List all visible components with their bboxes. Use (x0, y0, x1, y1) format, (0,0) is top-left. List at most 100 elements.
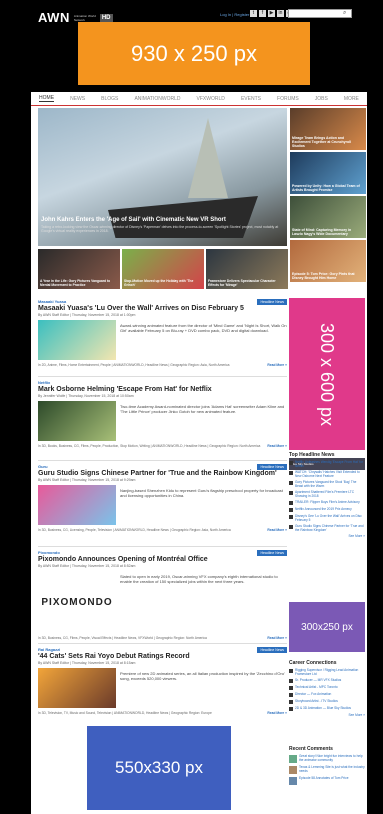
article-byline: By Jennifer Wolfe | Thursday, November 1… (38, 394, 134, 398)
article-title[interactable]: Guru Studio Signs Chinese Partner for 'T… (38, 470, 287, 477)
divider (38, 643, 287, 644)
see-more-link[interactable]: See More » (289, 713, 365, 717)
search-icon[interactable]: ⌕ (343, 10, 351, 17)
article-title[interactable]: Masaaki Yuasa's 'Lu Over the Wall' Arriv… (38, 305, 287, 312)
youtube-icon[interactable]: ▶ (268, 10, 275, 17)
main-nav: HOME NEWS BLOGS ANIMATIONWORLD VFXWORLD … (31, 92, 367, 106)
side-thumb[interactable]: Mirage Team Brings Action and Excitement… (290, 108, 366, 150)
side-thumb-caption: Mirage Team Brings Action and Excitement… (292, 136, 352, 148)
article-image[interactable] (38, 320, 116, 360)
divider (38, 546, 287, 547)
headline-badge: Headline News (257, 299, 287, 305)
article-category[interactable]: Pixomondo (38, 550, 287, 555)
row-thumb-caption: Framestore Delivers Spectacular Characte… (208, 279, 276, 287)
side-thumb-caption: Powered by Unity: How a Global Team of A… (292, 184, 360, 192)
job-link[interactable]: Technical Artist - MPC Toronto (289, 685, 365, 690)
article-title[interactable]: Pixomondo Announces Opening of Montréal … (38, 556, 287, 563)
hero-description: Taking a retro-looking view the Oscar-wi… (41, 225, 279, 233)
row-thumbnails: A Year in the Life: Gory Pictures Vangua… (38, 249, 288, 289)
career-connections: Career Connections Rigging Supervisor / … (289, 660, 365, 717)
linkedin-icon[interactable]: in (277, 10, 284, 17)
login-link[interactable]: Log In | Register (220, 12, 249, 17)
article-summary: Slated to open in early 2019, Oscar-winn… (120, 574, 278, 584)
job-link[interactable]: 2D & 3D Animation — Blue Sky Studios (289, 706, 365, 711)
hero-feature[interactable]: John Kahrs Enters the 'Age of Sail' with… (38, 108, 287, 246)
article-summary: Award-winning animated feature from the … (120, 323, 287, 333)
article-tags: In 2D, Anime, Films, Home Entertainment,… (38, 363, 230, 367)
row-thumb[interactable]: A Year in the Life: Gory Pictures Vangua… (38, 249, 120, 289)
side-thumb[interactable]: Powered by Unity: How a Global Team of A… (290, 152, 366, 194)
nav-item-vfxworld[interactable]: VFXWORLD (197, 96, 225, 102)
comment-link[interactable]: Episode 58 Annotates of Tom Price (289, 776, 365, 785)
comment-link[interactable]: Great story! Nice bright fun interviews … (289, 754, 365, 763)
job-link[interactable]: Sr. Producer — MR VFX Studios (289, 678, 365, 683)
nav-item-jobs[interactable]: JOBS (315, 96, 328, 102)
article-summary: Two-time Academy Award-nominated directo… (120, 404, 285, 414)
article-item: Pixomondo Headline News Pixomondo Announ… (38, 550, 287, 640)
article-image[interactable] (38, 401, 116, 441)
ad-banner-side-tall[interactable]: 300 x 600 px (289, 298, 365, 450)
article-title[interactable]: '44 Cats' Sets Rai Yoyo Debut Ratings Re… (38, 653, 287, 660)
job-link[interactable]: Storyboard Artist - ITV Studios (289, 699, 365, 704)
side-thumb-caption: State of Mind: Capturing Memory in Laszl… (292, 228, 352, 236)
main-page: HOME NEWS BLOGS ANIMATIONWORLD VFXWORLD … (31, 92, 367, 814)
article-tags: In 3D, Television, TV, Music and Sound, … (38, 711, 212, 715)
comment-link[interactable]: Texas & Lemming Site is just what the in… (289, 765, 365, 774)
job-link[interactable]: Rigging Supervisor / Rigging Lead Animat… (289, 668, 365, 676)
twitter-icon[interactable]: t (250, 10, 257, 17)
article-category[interactable]: Netflix (38, 380, 287, 385)
job-link[interactable]: Director — Fox Animation (289, 692, 365, 697)
nav-item-events[interactable]: EVENTS (241, 96, 261, 102)
ad-banner-side-mid[interactable]: 300x250 px (289, 602, 365, 652)
nav-item-home[interactable]: HOME (39, 95, 55, 102)
nav-item-animationworld[interactable]: ANIMATIONWORLD (134, 96, 180, 102)
article-category[interactable]: Masaaki Yuasa (38, 299, 287, 304)
pixomondo-logo: PIXOMONDO (41, 596, 113, 608)
divider (38, 460, 287, 461)
ad-banner-top[interactable]: 930 x 250 px (78, 22, 310, 85)
headline-link[interactable]: Apartment Shattered Film's Premiere LTC … (289, 490, 365, 498)
article-byline: By AWN Staff Editor | Thursday, November… (38, 661, 136, 665)
nav-item-blogs[interactable]: BLOGS (101, 96, 118, 102)
headline-link[interactable]: Netflix Announced the 2019 Prix Annecy (289, 507, 365, 512)
see-more-link[interactable]: See More » (289, 534, 365, 538)
row-thumb-caption: Stop-Motion Moved up the Holiday with 'T… (124, 279, 194, 287)
sidebar-heading: Recent Comments (289, 746, 333, 752)
nav-item-more[interactable]: MORE (344, 96, 359, 102)
divider (38, 376, 287, 377)
nav-item-news[interactable]: NEWS (70, 96, 85, 102)
article-image[interactable]: PIXOMONDO (38, 571, 116, 633)
article-image[interactable] (38, 668, 116, 708)
headline-link[interactable]: WATCH: 'Chrysalis' Hatches Visit Extende… (289, 470, 365, 478)
headline-link[interactable]: Disney's Gee 'Lu Over the Wall' Arrives … (289, 514, 365, 522)
hero-image-sail (188, 118, 228, 198)
read-more-link[interactable]: Read More » (267, 636, 287, 640)
top-headlines: Top Headline News Netflix Unleashes Wend… (289, 452, 365, 538)
article-category[interactable]: Rai Ragazzi (38, 647, 287, 652)
ad-banner-bottom[interactable]: 550x330 px (87, 726, 231, 810)
row-thumb[interactable]: Stop-Motion Moved up the Holiday with 'T… (122, 249, 204, 289)
top-bar: AWN Animation World Network HD Log In | … (0, 0, 383, 100)
headline-link[interactable]: Netflix Unleashes Wendig 'Escape From Ha… (289, 460, 365, 468)
recent-comments: Recent Comments Great story! Nice bright… (289, 746, 365, 785)
headline-link[interactable]: Guru Studio Signs Chinese Partner for 'T… (289, 524, 365, 532)
row-thumb[interactable]: Framestore Delivers Spectacular Characte… (206, 249, 288, 289)
facebook-icon[interactable]: f (259, 10, 266, 17)
read-more-link[interactable]: Read More » (267, 444, 287, 448)
article-title[interactable]: Mark Osborne Helming 'Escape From Hat' f… (38, 386, 287, 393)
nav-item-forums[interactable]: FORUMS (277, 96, 299, 102)
ad-side-label: 300 x 600 px (317, 322, 338, 426)
article-image[interactable] (38, 485, 116, 525)
article-summary: Nanjing-based Shenzhen Kidu to represent… (120, 488, 283, 498)
read-more-link[interactable]: Read More » (267, 528, 287, 532)
read-more-link[interactable]: Read More » (267, 363, 287, 367)
side-thumb[interactable]: State of Mind: Capturing Memory in Laszl… (290, 196, 366, 238)
hero-title[interactable]: John Kahrs Enters the 'Age of Sail' with… (41, 217, 226, 223)
side-thumb-caption: Episode 5: Tom Price: Gory Pints that Di… (292, 272, 355, 280)
sidebar-heading: Top Headline News (289, 452, 335, 458)
headline-link[interactable]: TRAILER: Flipper Buys Film's Anime Advis… (289, 500, 365, 505)
headline-link[interactable]: Gory Pictures Vanguard the Stool 'Bug' T… (289, 480, 365, 488)
side-thumb[interactable]: Episode 5: Tom Price: Gory Pints that Di… (290, 240, 366, 282)
read-more-link[interactable]: Read More » (267, 711, 287, 715)
article-category[interactable]: Guru (38, 464, 287, 469)
